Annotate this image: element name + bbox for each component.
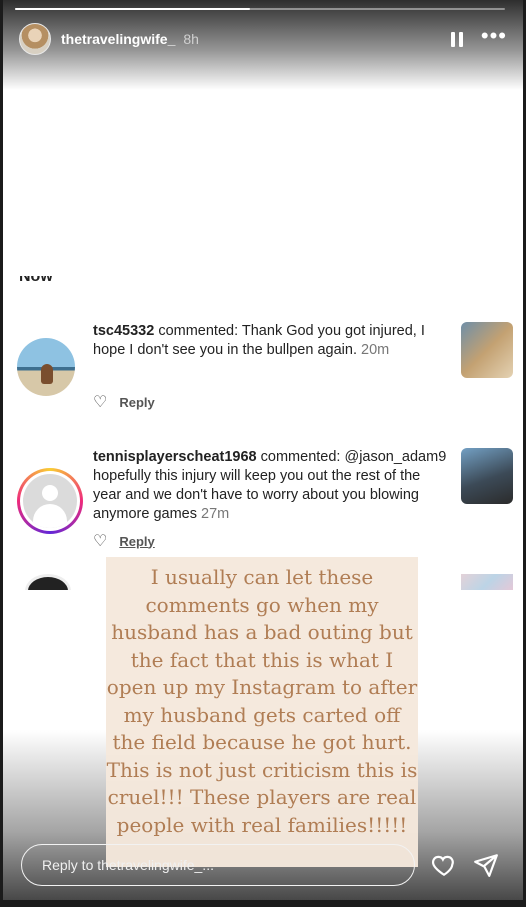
post-thumbnail[interactable] bbox=[461, 448, 513, 504]
comment-author[interactable]: tsc45332 bbox=[93, 323, 154, 339]
commenter-avatar[interactable] bbox=[25, 574, 71, 590]
comment-item: tennisplayerscheat1968 commented: @jason… bbox=[17, 448, 513, 551]
header-actions: ••• bbox=[450, 25, 507, 47]
comment-body: tsc45332 commented: Thank God you got in… bbox=[93, 322, 448, 360]
story-frame[interactable]: thetravelingwife_ 8h ••• Now tsc45332 co… bbox=[3, 0, 523, 900]
comment-time: 27m bbox=[201, 506, 230, 522]
reply-link[interactable]: Reply bbox=[119, 534, 154, 549]
story-username[interactable]: thetravelingwife_ bbox=[61, 31, 175, 47]
heart-icon[interactable] bbox=[431, 852, 457, 883]
send-icon[interactable] bbox=[473, 852, 499, 883]
comment-actions: ♡ Reply bbox=[93, 392, 155, 412]
post-thumbnail[interactable] bbox=[461, 574, 513, 590]
reply-link[interactable]: Reply bbox=[119, 395, 154, 410]
comment-item: tsc45332 commented: Thank God you got in… bbox=[17, 322, 513, 412]
comment-verb: commented: bbox=[158, 323, 239, 339]
comment-time: 20m bbox=[361, 342, 390, 358]
comment-body: tennisplayerscheat1968 commented: @jason… bbox=[93, 448, 448, 524]
pause-icon[interactable] bbox=[450, 31, 463, 47]
heart-icon[interactable]: ♡ bbox=[93, 531, 107, 551]
text-overlay: I usually can let these comments go when… bbox=[106, 565, 418, 837]
story-progress-fill bbox=[15, 8, 251, 10]
comment-verb: commented: bbox=[260, 449, 341, 465]
post-thumbnail[interactable] bbox=[461, 322, 513, 378]
more-icon[interactable]: ••• bbox=[481, 25, 507, 47]
reply-input[interactable]: Reply to thetravelingwife_... bbox=[21, 844, 415, 886]
profile-avatar[interactable] bbox=[19, 23, 51, 55]
heart-icon[interactable]: ♡ bbox=[93, 392, 107, 412]
story-progress-bar bbox=[15, 8, 505, 10]
cropped-heading: Now bbox=[19, 276, 53, 285]
reply-placeholder: Reply to thetravelingwife_... bbox=[42, 857, 214, 873]
commenter-avatar[interactable] bbox=[17, 468, 83, 534]
story-header: thetravelingwife_ 8h ••• bbox=[19, 22, 507, 56]
story-time: 8h bbox=[183, 31, 199, 47]
comment-actions: ♡ Reply bbox=[93, 531, 155, 551]
comment-author[interactable]: tennisplayerscheat1968 bbox=[93, 449, 257, 465]
commenter-avatar[interactable] bbox=[17, 338, 75, 396]
